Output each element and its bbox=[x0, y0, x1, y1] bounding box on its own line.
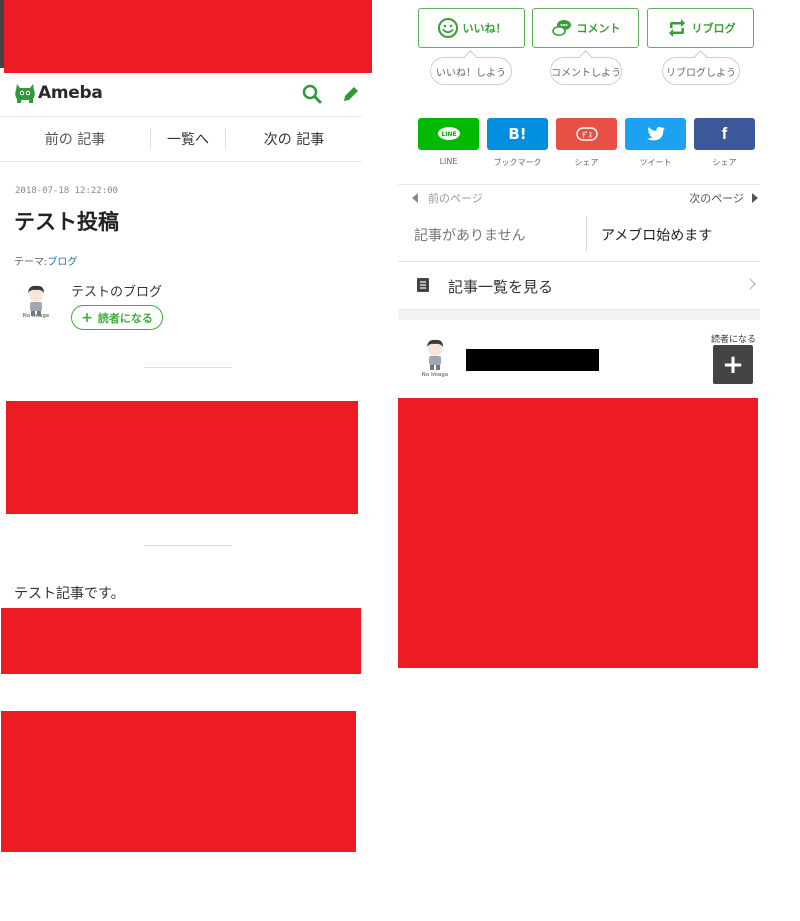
share-mixi-button[interactable]: ﾃﾞｽ bbox=[556, 118, 617, 150]
arrow-right-icon bbox=[752, 193, 758, 203]
theme-label: テーマ: bbox=[14, 257, 48, 268]
redacted-region bbox=[6, 401, 358, 514]
article-list-link[interactable]: 一覧へ bbox=[151, 129, 225, 149]
share-caption-line: LINE bbox=[439, 157, 458, 166]
theme-link[interactable]: ブログ bbox=[47, 257, 77, 268]
line-icon: LINE bbox=[437, 127, 460, 140]
twitter-bird-icon bbox=[646, 126, 665, 141]
logo-text: Ameba bbox=[38, 83, 103, 103]
avatar-caption: No image bbox=[22, 313, 50, 319]
next-article-link[interactable]: 次の 記事 bbox=[226, 129, 362, 149]
redacted-region bbox=[4, 0, 372, 73]
next-entry-title[interactable]: アメブロ始めます bbox=[601, 225, 712, 245]
follow-card-label: 読者になる bbox=[711, 335, 757, 345]
redacted-region bbox=[398, 398, 758, 668]
comment-button[interactable]: コメント bbox=[532, 8, 639, 48]
like-label: いいね！ bbox=[462, 22, 507, 35]
next-page-link[interactable]: 次のページ bbox=[689, 190, 758, 206]
share-caption-twitter: ツイート bbox=[639, 158, 672, 167]
hatena-bookmark-icon: B! bbox=[508, 125, 527, 143]
prev-page-link[interactable]: 前のページ bbox=[412, 190, 483, 206]
follow-button-label: 読者になる bbox=[97, 311, 153, 325]
like-button[interactable]: いいね！ bbox=[418, 8, 525, 48]
prev-page-label: 前のページ bbox=[428, 192, 483, 205]
prev-entry-title: 記事がありません bbox=[414, 228, 526, 244]
pager-divider bbox=[586, 216, 587, 252]
reblog-button[interactable]: リブログ bbox=[647, 8, 754, 48]
page-pager: 前のページ 次のページ bbox=[398, 184, 760, 208]
arrow-left-icon bbox=[412, 193, 418, 203]
facebook-icon: f bbox=[721, 124, 728, 143]
reblog-label: リブログ bbox=[691, 22, 736, 35]
document-list-icon bbox=[417, 278, 429, 292]
redacted-name bbox=[466, 349, 599, 371]
svg-text:LINE: LINE bbox=[441, 131, 456, 138]
like-tooltip: いいね！しよう bbox=[430, 57, 512, 85]
next-page-label: 次のページ bbox=[689, 192, 744, 205]
pager-titles: 記事がありません アメブロ始めます bbox=[398, 208, 760, 262]
share-line-button[interactable]: LINE bbox=[418, 118, 479, 150]
comment-label: コメント bbox=[576, 22, 621, 35]
prev-article-link[interactable]: 前の 記事 bbox=[0, 129, 150, 149]
share-caption-hatena: ブックマーク bbox=[493, 158, 542, 167]
chevron-right-icon bbox=[744, 278, 756, 290]
share-caption-facebook: シェア bbox=[712, 158, 737, 167]
mixi-icon: ﾃﾞｽ bbox=[575, 127, 598, 141]
app-header: Ameba bbox=[0, 73, 362, 117]
divider bbox=[144, 367, 232, 368]
svg-text:ﾃﾞｽ: ﾃﾞｽ bbox=[582, 130, 593, 139]
post-title: テスト投稿 bbox=[14, 210, 119, 234]
redacted-region bbox=[1, 711, 356, 852]
section-gap bbox=[398, 310, 760, 320]
author-avatar[interactable]: No image bbox=[16, 283, 56, 323]
comment-bubble-icon bbox=[551, 20, 571, 36]
share-hatena-button[interactable]: B! bbox=[487, 118, 548, 150]
ameba-mascot-icon bbox=[15, 84, 35, 103]
post-body: テスト記事です。 bbox=[14, 586, 125, 602]
share-twitter-button[interactable] bbox=[625, 118, 686, 150]
pencil-icon[interactable] bbox=[340, 83, 362, 105]
comment-tooltip: コメントしよう bbox=[550, 57, 622, 85]
share-caption-mixi: シェア bbox=[574, 158, 599, 167]
redacted-region bbox=[1, 608, 361, 674]
ameba-logo[interactable]: Ameba bbox=[14, 81, 103, 105]
search-icon[interactable] bbox=[301, 83, 323, 105]
post-theme: テーマ:ブログ bbox=[14, 253, 77, 268]
reblog-tooltip: リブログしよう bbox=[662, 57, 740, 85]
reblog-icon bbox=[668, 19, 685, 37]
share-facebook-button[interactable]: f bbox=[694, 118, 755, 150]
blog-name[interactable]: テストのブログ bbox=[71, 281, 162, 300]
post-date: 2018-07-18 12:22:00 bbox=[15, 186, 118, 196]
plus-icon: + bbox=[81, 309, 93, 326]
article-nav: 前の 記事 一覧へ 次の 記事 bbox=[0, 117, 362, 162]
follow-plus-button[interactable]: + bbox=[713, 345, 753, 384]
smile-icon bbox=[437, 18, 458, 38]
divider bbox=[144, 545, 232, 546]
blogger-avatar[interactable]: No image bbox=[415, 337, 455, 378]
entry-list-label: 記事一覧を見る bbox=[448, 278, 554, 296]
entry-list-link[interactable]: 記事一覧を見る bbox=[398, 262, 760, 310]
avatar-caption: No image bbox=[421, 372, 449, 378]
no-image-avatar-icon bbox=[427, 339, 443, 370]
follow-blog-button[interactable]: + 読者になる bbox=[71, 305, 163, 330]
